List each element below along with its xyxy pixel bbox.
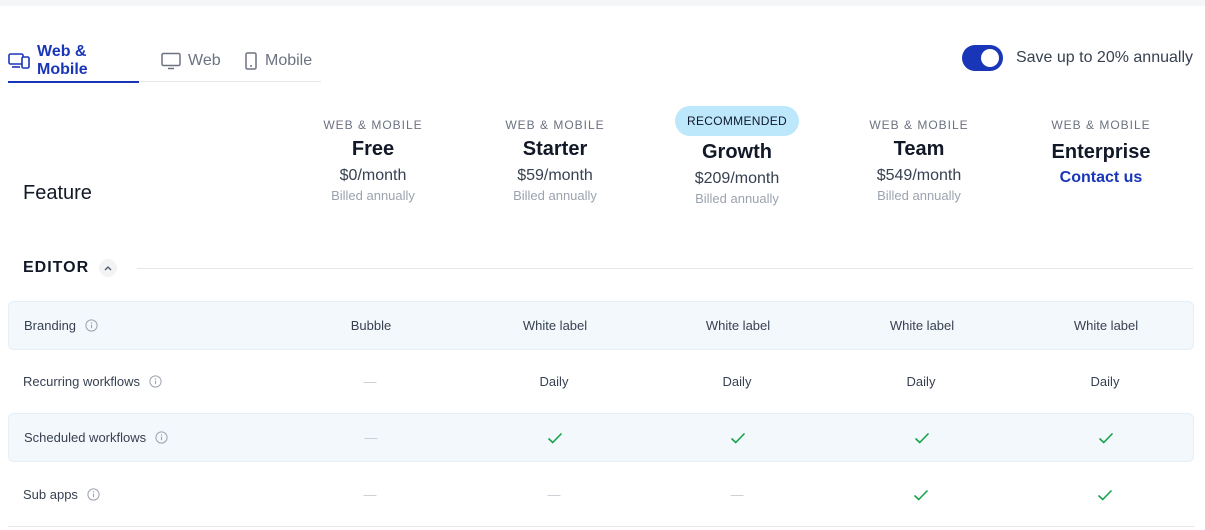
- plan-name: Starter: [522, 138, 588, 160]
- feature-name: Sub apps: [23, 487, 100, 502]
- tab-label: Mobile: [265, 52, 313, 69]
- feature-label: Branding: [24, 318, 77, 333]
- editor-section-header: EDITOR: [23, 255, 1193, 281]
- cell-enterprise: [1046, 428, 1166, 448]
- feature-label: Scheduled workflows: [24, 430, 147, 445]
- cell-enterprise: White label: [1073, 318, 1139, 333]
- feature-name: Scheduled workflows: [24, 430, 168, 445]
- tab-label: Web & Mobile: [37, 43, 88, 78]
- plan-name: Free: [351, 138, 395, 160]
- cell-team: Daily: [906, 374, 936, 389]
- plan-price: $549/month: [876, 167, 962, 184]
- cell-team: [862, 428, 982, 448]
- section-divider: [137, 267, 1193, 269]
- plan-eyebrow: WEB & MOBILE: [1051, 118, 1151, 132]
- annual-toggle-label: Save up to 20% annually: [1015, 49, 1193, 66]
- plan-eyebrow: WEB & MOBILE: [323, 118, 423, 132]
- plan-team: WEB & MOBILE Team $549/month Billed annu…: [834, 104, 1004, 203]
- plan-eyebrow: WEB & MOBILE: [505, 118, 605, 132]
- feature-label: Recurring workflows: [23, 374, 141, 389]
- check-icon: [1097, 489, 1113, 501]
- plan-growth: RECOMMENDED Growth $209/month Billed ann…: [652, 104, 822, 206]
- not-included-dash: —: [363, 487, 377, 502]
- plan-billing-note: Billed annually: [513, 188, 597, 203]
- cell-free: —: [310, 372, 430, 392]
- plan-price: $59/month: [517, 167, 593, 184]
- info-icon[interactable]: [149, 375, 162, 388]
- feature-row-scheduled-workflows: Scheduled workflows —: [8, 413, 1194, 462]
- cell-free: Bubble: [350, 318, 392, 333]
- cell-free: —: [311, 428, 431, 448]
- cell-team: White label: [889, 318, 955, 333]
- feature-name: Recurring workflows: [23, 374, 162, 389]
- cell-enterprise: Daily: [1090, 374, 1120, 389]
- tab-web[interactable]: Web: [161, 40, 223, 82]
- plan-enterprise: WEB & MOBILE Enterprise Contact us: [1016, 104, 1186, 187]
- annual-switch[interactable]: [961, 45, 1003, 71]
- check-icon: [913, 489, 929, 501]
- cell-starter: White label: [522, 318, 588, 333]
- cell-free: —: [310, 485, 430, 505]
- section-title: EDITOR: [23, 259, 90, 276]
- monitor-icon: [161, 52, 181, 70]
- cell-growth: Daily: [722, 374, 752, 389]
- tab-mobile[interactable]: Mobile: [244, 40, 312, 82]
- cell-growth: [678, 428, 798, 448]
- plan-billing-note: Billed annually: [877, 188, 961, 203]
- cell-team: [861, 485, 981, 505]
- info-icon[interactable]: [85, 319, 98, 332]
- feature-row-branding: Branding Bubble White label White label …: [8, 301, 1194, 350]
- cell-starter: —: [494, 485, 614, 505]
- contact-us-link[interactable]: Contact us: [1016, 169, 1186, 187]
- plan-price: $209/month: [694, 170, 780, 187]
- cell-enterprise: [1045, 485, 1165, 505]
- cell-starter: [495, 428, 615, 448]
- collapse-section-button[interactable]: [99, 259, 118, 277]
- plan-billing-note: Billed annually: [695, 191, 779, 206]
- info-icon[interactable]: [155, 431, 168, 444]
- info-icon[interactable]: [87, 488, 100, 501]
- plan-billing-note: Billed annually: [331, 188, 415, 203]
- feature-row-recurring-workflows: Recurring workflows — Daily Daily Daily …: [8, 357, 1194, 406]
- tab-web-and-mobile[interactable]: Web & Mobile: [8, 40, 139, 83]
- cell-growth: —: [677, 485, 797, 505]
- cell-growth: White label: [705, 318, 771, 333]
- feature-row-sub-apps: Sub apps — — —: [8, 470, 1194, 519]
- feature-name: Branding: [24, 318, 98, 333]
- table-bottom-divider: [8, 526, 1194, 527]
- recommended-badge: RECOMMENDED: [675, 106, 799, 136]
- plan-free: WEB & MOBILE Free $0/month Billed annual…: [288, 104, 458, 203]
- top-strip: [0, 0, 1205, 6]
- switch-knob: [980, 49, 999, 67]
- annual-billing-toggle: Save up to 20% annually: [961, 45, 1193, 71]
- not-included-dash: —: [547, 487, 561, 502]
- plan-price: $0/month: [339, 167, 407, 184]
- check-icon: [547, 432, 563, 444]
- feature-label: Sub apps: [23, 487, 78, 502]
- check-icon: [1098, 432, 1114, 444]
- plan-name: Team: [893, 138, 945, 160]
- check-icon: [914, 432, 930, 444]
- check-icon: [730, 432, 746, 444]
- cell-starter: Daily: [539, 374, 569, 389]
- not-included-dash: —: [730, 487, 744, 502]
- devices-icon: [8, 52, 30, 70]
- plan-name: Enterprise: [1051, 141, 1151, 163]
- plan-starter: WEB & MOBILE Starter $59/month Billed an…: [470, 104, 640, 203]
- feature-column-header: Feature: [23, 182, 92, 204]
- platform-tabs: Web & Mobile Web Mobile: [8, 40, 321, 83]
- plan-name: Growth: [702, 141, 772, 163]
- not-included-dash: —: [363, 374, 377, 389]
- phone-icon: [244, 52, 258, 70]
- plan-eyebrow: WEB & MOBILE: [869, 118, 969, 132]
- chevron-up-icon: [104, 266, 112, 271]
- tab-label: Web: [188, 52, 221, 69]
- not-included-dash: —: [364, 430, 378, 445]
